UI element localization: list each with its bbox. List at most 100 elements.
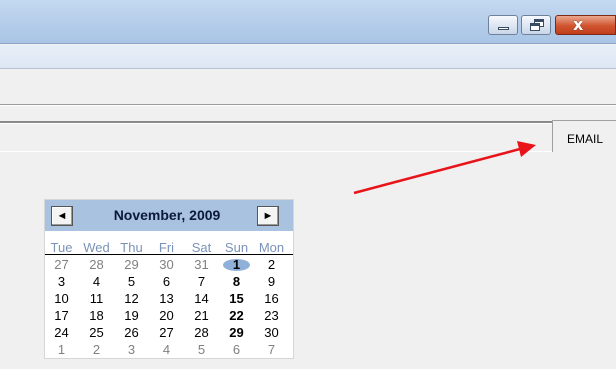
calendar-day-label: 6	[232, 342, 241, 357]
close-button[interactable]: x	[555, 15, 616, 35]
calendar-day[interactable]: 29	[219, 325, 254, 341]
calendar-day-label: 11	[89, 291, 104, 306]
next-month-button[interactable]: ►	[257, 206, 279, 226]
calendar-day[interactable]: 9	[254, 274, 289, 290]
calendar-day[interactable]: 18	[79, 308, 114, 324]
arrow-head	[517, 141, 536, 157]
tab-email[interactable]: EMAIL	[552, 120, 616, 152]
calendar-day-label: 9	[267, 274, 276, 289]
calendar-day[interactable]: 3	[44, 274, 79, 290]
calendar-day[interactable]: 16	[254, 291, 289, 307]
weekday-tue: Tue	[50, 240, 73, 255]
calendar-day-label: 24	[54, 325, 69, 340]
calendar-day-label: 22	[229, 308, 244, 323]
calendar-day[interactable]: 3	[114, 342, 149, 358]
calendar-day-label: 19	[124, 308, 139, 323]
weekday-wed: Wed	[83, 240, 110, 255]
calendar-day-label: 2	[267, 257, 276, 272]
calendar-day[interactable]: 1	[219, 257, 254, 273]
calendar-day[interactable]: 2	[254, 257, 289, 273]
calendar-day[interactable]: 25	[79, 325, 114, 341]
calendar-day-label: 1	[232, 257, 241, 272]
calendar-day[interactable]: 29	[114, 257, 149, 273]
calendar-day[interactable]: 2	[79, 342, 114, 358]
calendar-day[interactable]: 17	[44, 308, 79, 324]
month-title[interactable]: November, 2009	[79, 207, 255, 223]
calendar-day-label: 7	[267, 342, 276, 357]
calendar-day[interactable]: 30	[254, 325, 289, 341]
calendar-day[interactable]: 31	[184, 257, 219, 273]
weekday-thu: Thu	[120, 240, 143, 255]
calendar-day-label: 26	[124, 325, 139, 340]
calendar-day-label: 25	[89, 325, 104, 340]
calendar-day-label: 12	[124, 291, 139, 306]
calendar-day[interactable]: 5	[184, 342, 219, 358]
calendar-day[interactable]: 19	[114, 308, 149, 324]
month-calendar: ◄ November, 2009 ► Tue Wed Thu Fri Sat Sun Mon…	[44, 199, 294, 359]
restore-icon-front	[530, 23, 540, 31]
calendar-day-label: 28	[194, 325, 209, 340]
weekday-mon: Mon	[258, 240, 285, 255]
calendar-day-label: 21	[194, 308, 209, 323]
close-icon: x	[573, 15, 584, 34]
calendar-day-label: 30	[159, 257, 174, 272]
calendar-day[interactable]: 26	[114, 325, 149, 341]
calendar-day[interactable]: 15	[219, 291, 254, 307]
calendar-day-label: 6	[162, 274, 171, 289]
calendar-day[interactable]: 21	[184, 308, 219, 324]
calendar-day[interactable]: 20	[149, 308, 184, 324]
calendar-day[interactable]: 23	[254, 308, 289, 324]
calendar-day[interactable]: 22	[219, 308, 254, 324]
tab-strip	[0, 121, 552, 124]
calendar-day[interactable]: 8	[219, 274, 254, 290]
calendar-day-label: 4	[162, 342, 171, 357]
arrow-right-icon: ►	[262, 210, 274, 222]
calendar-day-label: 15	[229, 291, 244, 306]
calendar-day[interactable]: 7	[254, 342, 289, 358]
calendar-day-label: 3	[57, 274, 66, 289]
restore-button[interactable]	[521, 15, 551, 35]
calendar-day[interactable]: 6	[149, 274, 184, 290]
calendar-day[interactable]: 4	[149, 342, 184, 358]
calendar-day[interactable]: 24	[44, 325, 79, 341]
calendar-day-label: 29	[229, 325, 244, 340]
minimize-button[interactable]	[488, 15, 518, 35]
calendar-day[interactable]: 5	[114, 274, 149, 290]
calendar-day[interactable]: 1	[44, 342, 79, 358]
calendar-day-label: 10	[54, 291, 69, 306]
calendar-day[interactable]: 10	[44, 291, 79, 307]
calendar-day-label: 3	[127, 342, 136, 357]
calendar-day-label: 5	[127, 274, 136, 289]
prev-month-button[interactable]: ◄	[51, 206, 73, 226]
calendar-day[interactable]: 28	[79, 257, 114, 273]
calendar-day-label: 18	[89, 308, 104, 323]
calendar-day[interactable]: 28	[184, 325, 219, 341]
calendar-day-label: 29	[124, 257, 139, 272]
calendar-day-label: 28	[89, 257, 104, 272]
arrow-left-icon: ◄	[56, 210, 68, 222]
calendar-day-label: 7	[197, 274, 206, 289]
calendar-day-label: 1	[57, 342, 66, 357]
calendar-day-label: 20	[159, 308, 174, 323]
calendar-day[interactable]: 11	[79, 291, 114, 307]
menu-bar	[0, 45, 616, 69]
divider	[0, 104, 616, 106]
calendar-day-label: 13	[159, 291, 174, 306]
title-bar: x	[0, 0, 616, 44]
calendar-day[interactable]: 12	[114, 291, 149, 307]
calendar-day-label: 16	[264, 291, 279, 306]
calendar-day[interactable]: 30	[149, 257, 184, 273]
tab-baseline	[0, 151, 616, 152]
calendar-day[interactable]: 7	[184, 274, 219, 290]
calendar-day-label: 27	[159, 325, 174, 340]
calendar-day-label: 14	[194, 291, 209, 306]
calendar-day[interactable]: 6	[219, 342, 254, 358]
weekday-sun: Sun	[224, 240, 249, 255]
calendar-day[interactable]: 4	[79, 274, 114, 290]
calendar-day[interactable]: 13	[149, 291, 184, 307]
calendar-day-label: 27	[54, 257, 69, 272]
calendar-day[interactable]: 14	[184, 291, 219, 307]
calendar-day[interactable]: 27	[149, 325, 184, 341]
arrow-line	[353, 147, 521, 195]
calendar-day[interactable]: 27	[44, 257, 79, 273]
